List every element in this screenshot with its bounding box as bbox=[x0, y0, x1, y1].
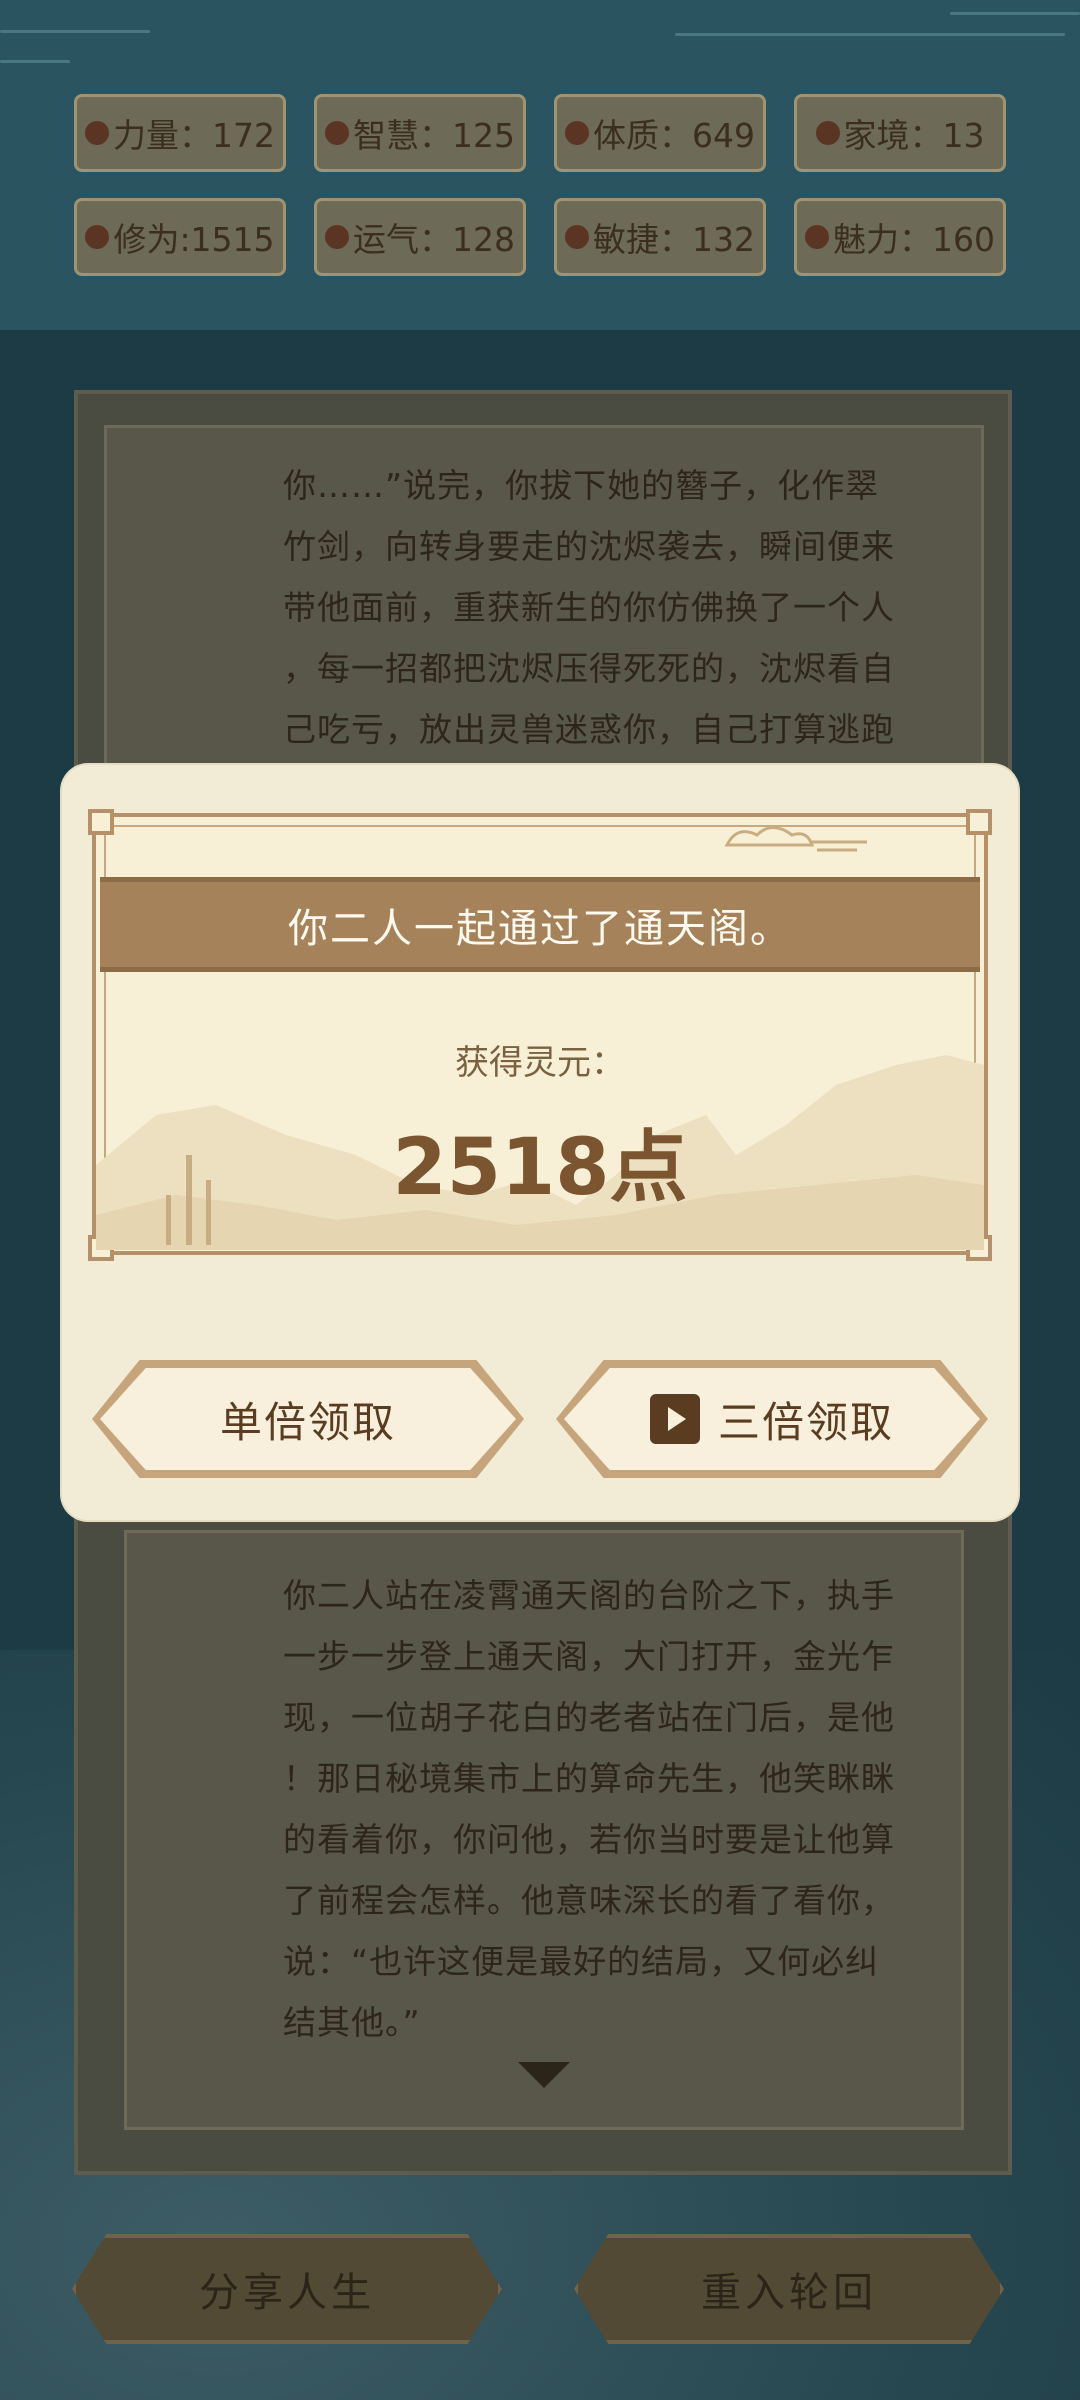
story-line: 一步一步登上通天阁，大门打开，金光乍 bbox=[283, 1637, 895, 1676]
restart-cycle-button[interactable]: 重入轮回 bbox=[574, 2234, 1004, 2344]
stat-label: 魅力：160 bbox=[833, 220, 995, 259]
charm-icon bbox=[805, 225, 829, 249]
stat-charm: 魅力：160 bbox=[794, 198, 1006, 276]
claim-single-inner: 单倍领取 bbox=[100, 1368, 516, 1470]
claim-single-label: 单倍领取 bbox=[219, 1397, 396, 1447]
family-icon bbox=[815, 121, 840, 145]
claim-triple-button[interactable]: 三倍领取 bbox=[556, 1360, 988, 1478]
cloud-ornament-icon bbox=[724, 826, 867, 852]
stat-luck: 运气：128 bbox=[314, 198, 526, 276]
story-line: 现，一位胡子花白的老者站在门后，是他 bbox=[283, 1698, 895, 1737]
constitution-icon bbox=[565, 121, 589, 145]
dialog-title: 你二人一起通过了通天阁。 bbox=[288, 905, 792, 952]
stat-label: 运气：128 bbox=[353, 220, 515, 259]
stat-constitution: 体质：649 bbox=[554, 94, 766, 172]
share-life-label: 分享人生 bbox=[199, 2270, 375, 2316]
claim-triple-label: 三倍领取 bbox=[717, 1397, 894, 1447]
stat-label: 力量：172 bbox=[113, 116, 275, 155]
story-line: 竹剑，向转身要走的沈烬袭去，瞬间便来 bbox=[283, 527, 895, 566]
frame-corner-ornament bbox=[88, 809, 114, 835]
stat-strength: 力量：172 bbox=[74, 94, 286, 172]
luck-icon bbox=[325, 225, 349, 249]
stat-label: 体质：649 bbox=[593, 116, 755, 155]
claim-single-button[interactable]: 单倍领取 bbox=[92, 1360, 524, 1478]
reward-label: 获得灵元： bbox=[455, 1043, 625, 1083]
story-line: 的看着你，你问他，若你当时要是让他算 bbox=[283, 1820, 895, 1859]
stat-cultivation: 修为:1515 bbox=[74, 198, 286, 276]
share-life-button[interactable]: 分享人生 bbox=[72, 2234, 502, 2344]
stat-wisdom: 智慧：125 bbox=[314, 94, 526, 172]
cloud-line bbox=[0, 60, 70, 63]
stat-agility: 敏捷：132 bbox=[554, 198, 766, 276]
cloud-line bbox=[0, 30, 150, 33]
story-text-bottom: 你二人站在凌霄通天阁的台阶之下，执手 一步一步登上通天阁，大门打开，金光乍 现，… bbox=[283, 1565, 933, 2053]
restart-cycle-label: 重入轮回 bbox=[701, 2270, 877, 2316]
strength-icon bbox=[85, 121, 109, 145]
stat-label: 修为:1515 bbox=[113, 220, 275, 259]
story-line: 己吃亏，放出灵兽迷惑你，自己打算逃跑 bbox=[283, 710, 895, 749]
stat-label: 敏捷：132 bbox=[593, 220, 755, 259]
play-video-icon bbox=[649, 1394, 700, 1444]
story-line: 了前程会怎样。他意味深长的看了看你， bbox=[283, 1881, 895, 1920]
cultivation-icon bbox=[85, 225, 110, 249]
story-line: 你二人站在凌霄通天阁的台阶之下，执手 bbox=[283, 1576, 895, 1615]
reward-value: 2518点 bbox=[392, 1123, 688, 1213]
story-line: 说：“也许这便是最好的结局，又何必纠 bbox=[283, 1942, 880, 1981]
stat-family: 家境：13 bbox=[794, 94, 1006, 172]
story-line: ！那日秘境集市上的算命先生，他笑眯眯 bbox=[283, 1759, 895, 1798]
story-line: ，每一招都把沈烬压得死死的，沈烬看自 bbox=[283, 649, 895, 688]
stat-label: 家境：13 bbox=[843, 116, 985, 155]
story-line: 带他面前，重获新生的你仿佛换了一个人 bbox=[283, 588, 895, 627]
cloud-line bbox=[950, 12, 1080, 15]
claim-triple-inner: 三倍领取 bbox=[564, 1368, 980, 1470]
cloud-line bbox=[675, 33, 1065, 36]
dialog-title-banner: 你二人一起通过了通天阁。 bbox=[100, 877, 980, 972]
reward-dialog: 你二人一起通过了通天阁。 获得灵元： 2518点 单倍领取 三倍领取 bbox=[62, 765, 1018, 1520]
stat-label: 智慧：125 bbox=[353, 116, 515, 155]
story-text-top: 你……”说完，你拔下她的簪子，化作翠 竹剑，向转身要走的沈烬袭去，瞬间便来 带他… bbox=[283, 455, 933, 760]
agility-icon bbox=[565, 225, 589, 249]
story-line: 结其他。” bbox=[283, 2003, 421, 2042]
wisdom-icon bbox=[325, 121, 349, 145]
scroll-down-arrow-icon[interactable] bbox=[518, 2062, 570, 2088]
frame-corner-ornament bbox=[966, 809, 992, 835]
story-line: 你……”说完，你拔下她的簪子，化作翠 bbox=[283, 466, 880, 505]
